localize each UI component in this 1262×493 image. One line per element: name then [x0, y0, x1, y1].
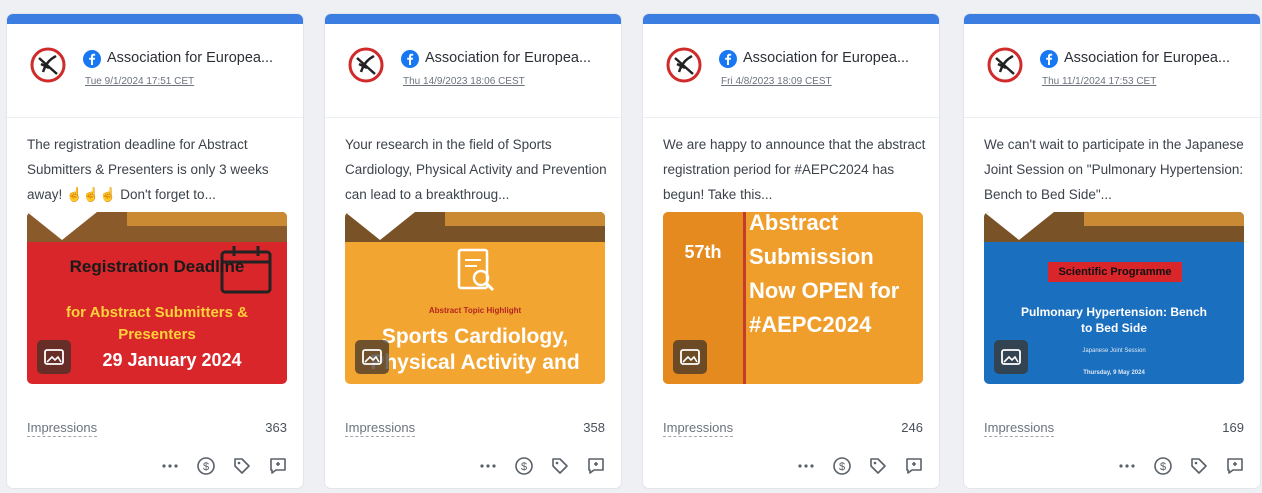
image-icon [994, 340, 1028, 374]
post-media[interactable]: Registration Deadline for Abstract Submi… [27, 212, 287, 384]
organization-name[interactable]: Association for Europea... [425, 50, 591, 66]
svg-text:$: $ [521, 461, 527, 473]
more-icon[interactable] [795, 455, 817, 477]
post-card[interactable]: Association for Europea... Tue 9/1/2024 … [7, 14, 303, 488]
post-date-link[interactable]: Fri 4/8/2023 18:09 CEST [721, 76, 832, 87]
post-date-link[interactable]: Tue 9/1/2024 17:51 CET [85, 76, 194, 87]
impressions-count: 169 [1222, 420, 1244, 435]
post-text: We can't wait to participate in the Japa… [984, 137, 1244, 202]
organization-logo[interactable] [665, 46, 703, 84]
reply-icon[interactable] [267, 455, 289, 477]
post-actions: $ [477, 455, 607, 477]
tag-icon[interactable] [231, 455, 253, 477]
reply-icon[interactable] [903, 455, 925, 477]
media-banner [345, 212, 605, 242]
tag-icon[interactable] [549, 455, 571, 477]
card-accent-bar [7, 14, 303, 24]
impressions-label[interactable]: Impressions [663, 420, 734, 437]
post-actions: $ [795, 455, 925, 477]
post-date-link[interactable]: Thu 11/1/2024 17:53 CET [1042, 76, 1156, 87]
reply-icon[interactable] [1224, 455, 1246, 477]
post-media[interactable]: Abstract Topic Highlight Sports Cardiolo… [345, 212, 605, 384]
post-header: Association for Europea... Fri 4/8/2023 … [643, 24, 939, 118]
organization-name[interactable]: Association for Europea... [1064, 50, 1230, 66]
impressions-count: 363 [265, 420, 287, 435]
image-icon [673, 340, 707, 374]
svg-text:$: $ [1160, 461, 1166, 473]
more-icon[interactable] [159, 455, 181, 477]
post-text: Your research in the field of Sports Car… [345, 137, 607, 202]
post-media[interactable]: 57th Abstract Submission Now OPEN for #A… [663, 212, 923, 384]
media-badge: Scientific Programme [1048, 262, 1182, 282]
image-icon [355, 340, 389, 374]
media-title: Abstract Submission Now OPEN for #AEPC20… [749, 212, 900, 337]
impressions-label[interactable]: Impressions [27, 420, 98, 437]
facebook-icon [83, 50, 101, 68]
more-icon[interactable] [1116, 455, 1138, 477]
media-title: Registration Deadline [69, 257, 245, 276]
facebook-icon [719, 50, 737, 68]
media-divider [743, 212, 746, 384]
media-banner [27, 212, 287, 242]
post-header: Association for Europea... Thu 11/1/2024… [964, 24, 1260, 118]
impressions-count: 358 [583, 420, 605, 435]
card-accent-bar [325, 14, 621, 24]
organization-logo[interactable] [29, 46, 67, 84]
organization-name[interactable]: Association for Europea... [743, 50, 909, 66]
image-icon [37, 340, 71, 374]
reply-icon[interactable] [585, 455, 607, 477]
post-actions: $ [1116, 455, 1246, 477]
post-text: We are happy to announce that the abstra… [663, 137, 926, 202]
impressions-label[interactable]: Impressions [345, 420, 416, 437]
dollar-icon[interactable]: $ [1152, 455, 1174, 477]
post-card[interactable]: Association for Europea... Fri 4/8/2023 … [643, 14, 939, 488]
impressions-count: 246 [901, 420, 923, 435]
post-date-link[interactable]: Thu 14/9/2023 18:06 CEST [403, 76, 525, 87]
media-eyebrow: Abstract Topic Highlight [428, 306, 522, 315]
post-header: Association for Europea... Tue 9/1/2024 … [7, 24, 303, 118]
post-text: The registration deadline for Abstract S… [27, 137, 269, 202]
organization-logo[interactable] [347, 46, 385, 84]
post-actions: $ [159, 455, 289, 477]
card-accent-bar [643, 14, 939, 24]
facebook-icon [401, 50, 419, 68]
post-cards: Association for Europea... Tue 9/1/2024 … [0, 0, 1262, 493]
impressions-label[interactable]: Impressions [984, 420, 1055, 437]
post-media[interactable]: Scientific Programme Pulmonary Hypertens… [984, 212, 1244, 384]
dollar-icon[interactable]: $ [195, 455, 217, 477]
media-banner [984, 212, 1244, 242]
dollar-icon[interactable]: $ [831, 455, 853, 477]
tag-icon[interactable] [867, 455, 889, 477]
card-accent-bar [964, 14, 1260, 24]
post-card[interactable]: Association for Europea... Thu 11/1/2024… [964, 14, 1260, 488]
document-search-icon [457, 248, 495, 292]
dollar-icon[interactable]: $ [513, 455, 535, 477]
organization-name[interactable]: Association for Europea... [107, 50, 273, 66]
media-number: 57th [684, 242, 722, 262]
post-card[interactable]: Association for Europea... Thu 14/9/2023… [325, 14, 621, 488]
tag-icon[interactable] [1188, 455, 1210, 477]
more-icon[interactable] [477, 455, 499, 477]
svg-text:$: $ [203, 461, 209, 473]
svg-text:$: $ [839, 461, 845, 473]
media-title: Pulmonary Hypertension: Bench to Bed Sid… [1020, 305, 1208, 335]
organization-logo[interactable] [986, 46, 1024, 84]
post-header: Association for Europea... Thu 14/9/2023… [325, 24, 621, 118]
facebook-icon [1040, 50, 1058, 68]
